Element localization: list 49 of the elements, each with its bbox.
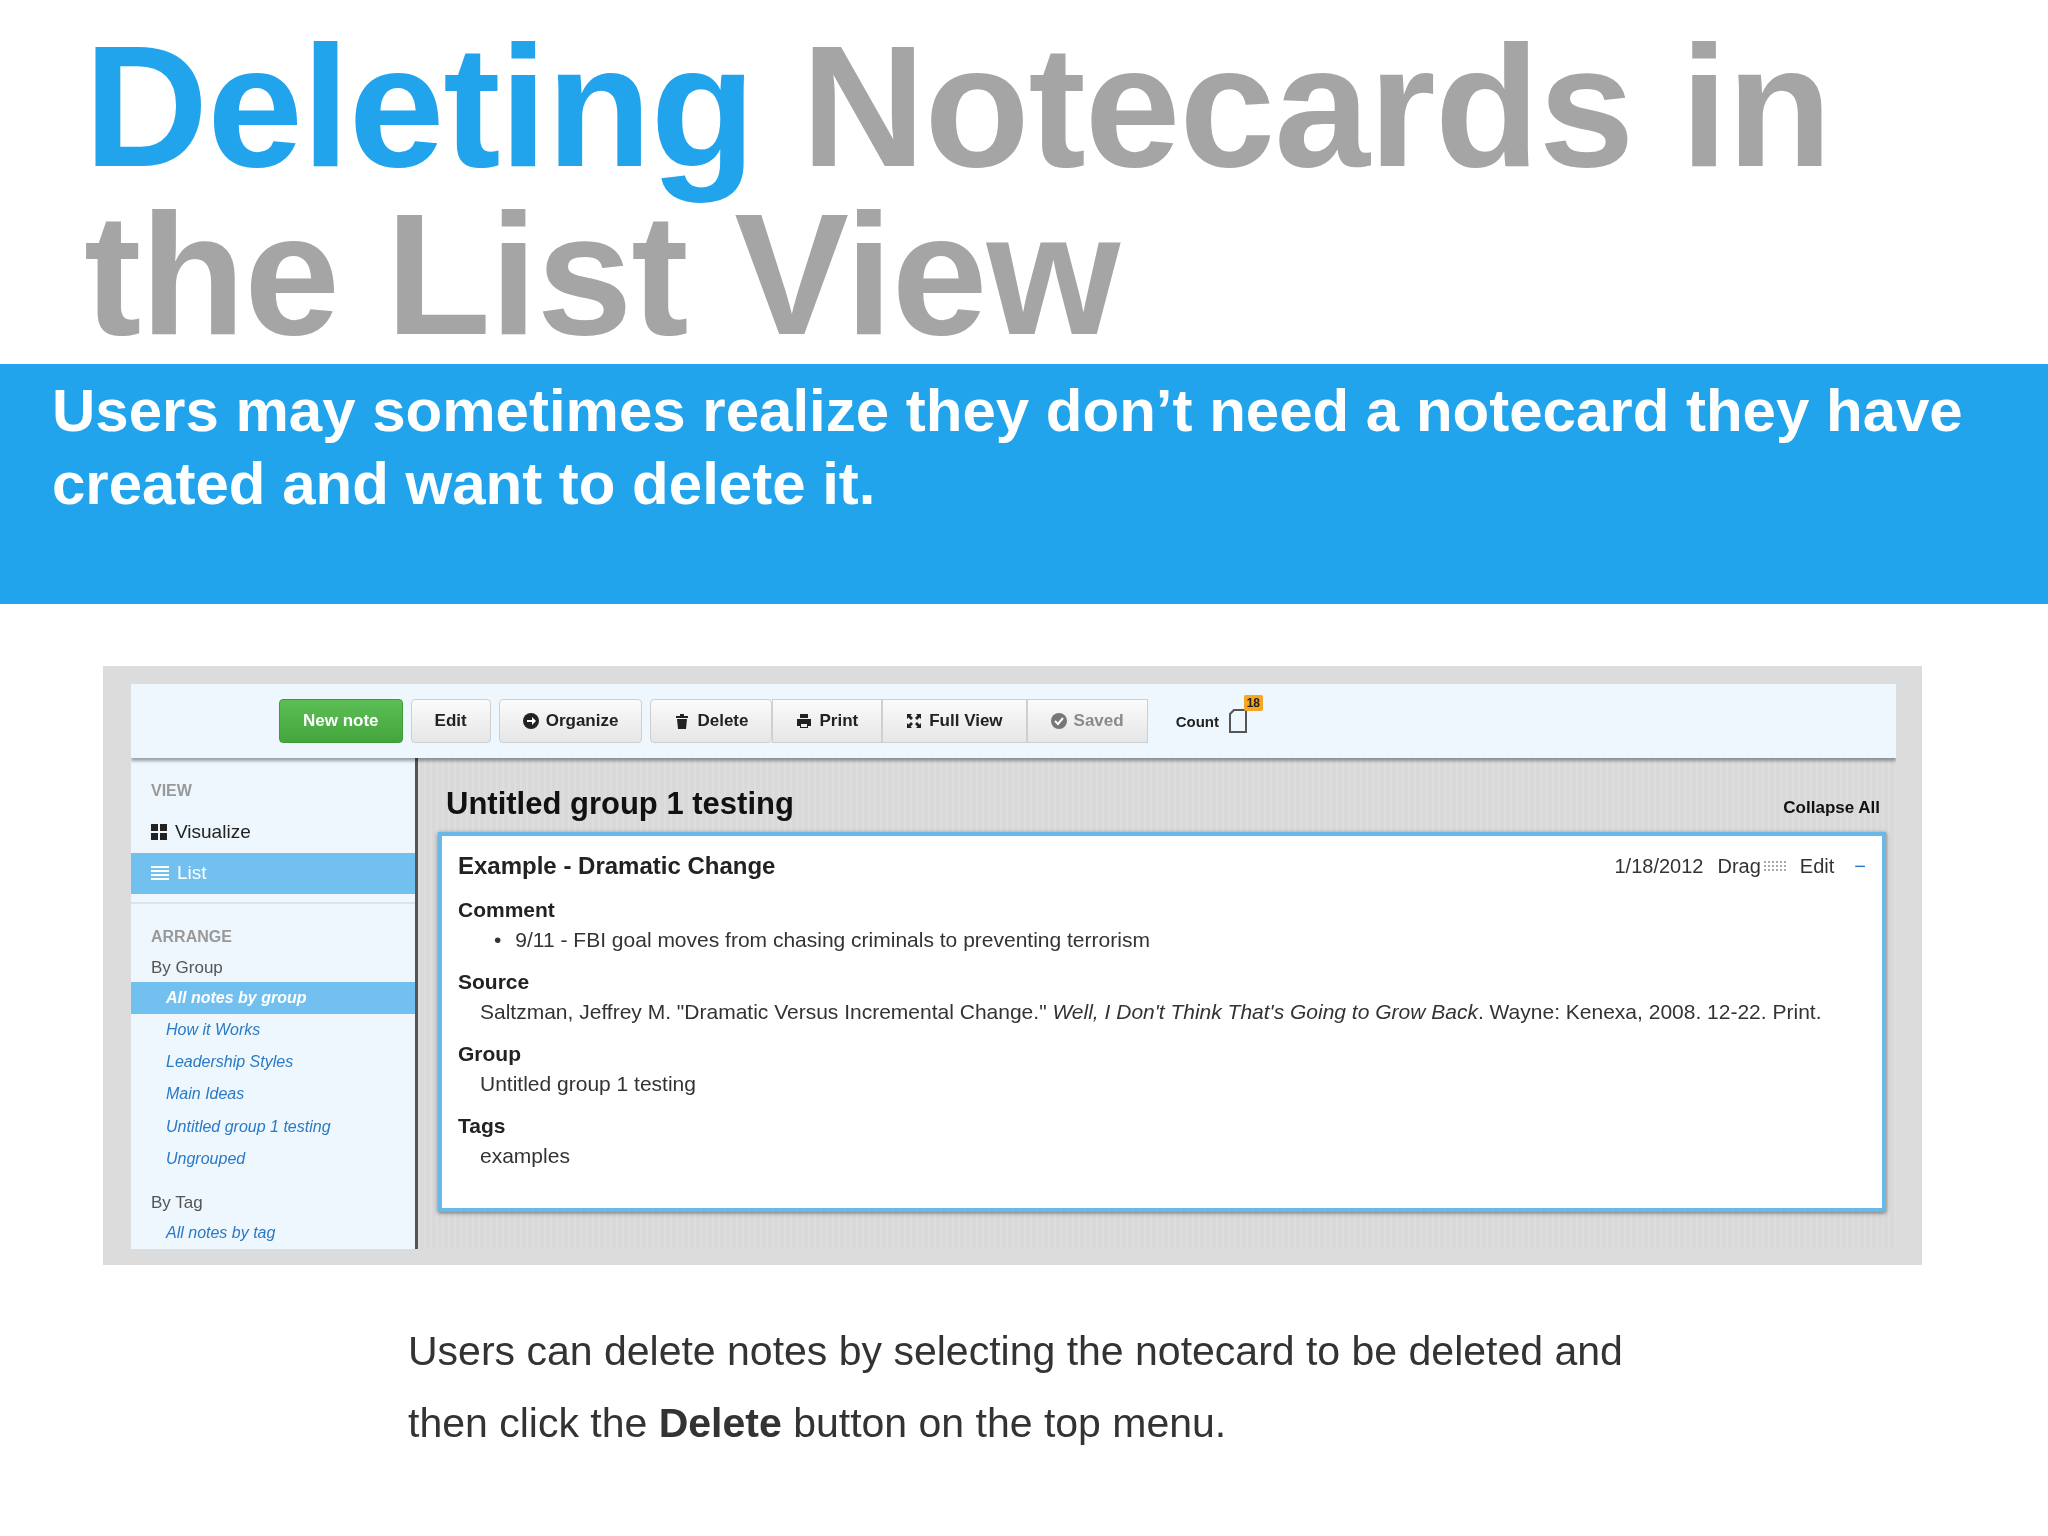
page-icon [1229, 709, 1247, 733]
collapse-all-link[interactable]: Collapse All [1783, 798, 1880, 818]
printer-icon [796, 713, 813, 729]
trash-icon [674, 713, 691, 729]
group-label: By Group [150, 957, 224, 978]
bullet-mark: • [494, 928, 502, 952]
arrow-right-circle-icon [522, 713, 539, 729]
field-label: Comment [458, 898, 556, 922]
field-value: 9/11 - FBI goal moves from chasing criminals to preventing terrorism [515, 928, 1150, 952]
list-icon [151, 865, 169, 882]
grip-icon [1763, 861, 1786, 871]
field-label: Group [458, 1042, 522, 1066]
toolbar-button[interactable]: Full View [882, 699, 1027, 743]
sidebar-link[interactable]: Ungrouped [131, 1142, 415, 1175]
notecard[interactable] [438, 832, 1886, 1212]
group-label: By Tag [150, 1192, 204, 1213]
check-circle-icon [1050, 713, 1067, 729]
toolbar-button[interactable]: New note [279, 699, 403, 743]
field-label: Source [458, 970, 531, 994]
drag-handle[interactable]: Drag [1717, 854, 1786, 878]
sidebar-link[interactable]: All notes by tag [131, 1216, 415, 1249]
banner-text: Users may sometimes realize they don’t need a notecard they have created and want to delete it. [52, 376, 1964, 519]
sidebar-link[interactable]: Untitled group 1 testing [131, 1110, 415, 1143]
collapse-link[interactable]: − [1854, 854, 1866, 878]
field-value: Untitled group 1 testing [479, 1072, 697, 1096]
date: 1/18/2012 [1614, 854, 1704, 878]
count-badge: 18 [1243, 695, 1263, 711]
expand-icon [906, 713, 923, 729]
edit-link[interactable]: Edit [1799, 854, 1835, 878]
slide-title: Deleting Notecards in the List View [83, 9, 1833, 364]
toolbar-button[interactable]: Print [772, 699, 883, 743]
view-item[interactable]: Visualize [131, 812, 415, 853]
caption-text: then click the Delete button on the top menu. [408, 1399, 1228, 1448]
field-value: Saltzman, Jeffrey M. "Dramatic Versus Incremental Change." Well, I Don't Think That's Going to Grow Back. Wayne: Kenexa, 2008. 12-22. Print. [479, 1000, 1823, 1024]
toolbar-button[interactable]: Delete [650, 699, 773, 743]
sidebar-link[interactable]: Leadership Styles [131, 1046, 415, 1079]
section-heading: ARRANGE [150, 927, 233, 946]
caption-text: Users can delete notes by selecting the notecard to be deleted and [408, 1327, 1624, 1376]
toolbar-button[interactable]: Edit [410, 699, 491, 743]
field-label: Tags [458, 1114, 507, 1138]
count-label: Count [1175, 712, 1219, 730]
field-value: examples [479, 1144, 571, 1168]
notecard-title: Example - Dramatic Change [458, 852, 776, 880]
toolbar-button[interactable]: Organize [498, 699, 643, 743]
sidebar-link[interactable]: Main Ideas [131, 1078, 415, 1111]
sidebar-link[interactable]: How it Works [131, 1014, 415, 1047]
section-heading: VIEW [150, 782, 193, 800]
group-heading: Untitled group 1 testing [446, 786, 794, 822]
grid-icon [151, 824, 167, 841]
